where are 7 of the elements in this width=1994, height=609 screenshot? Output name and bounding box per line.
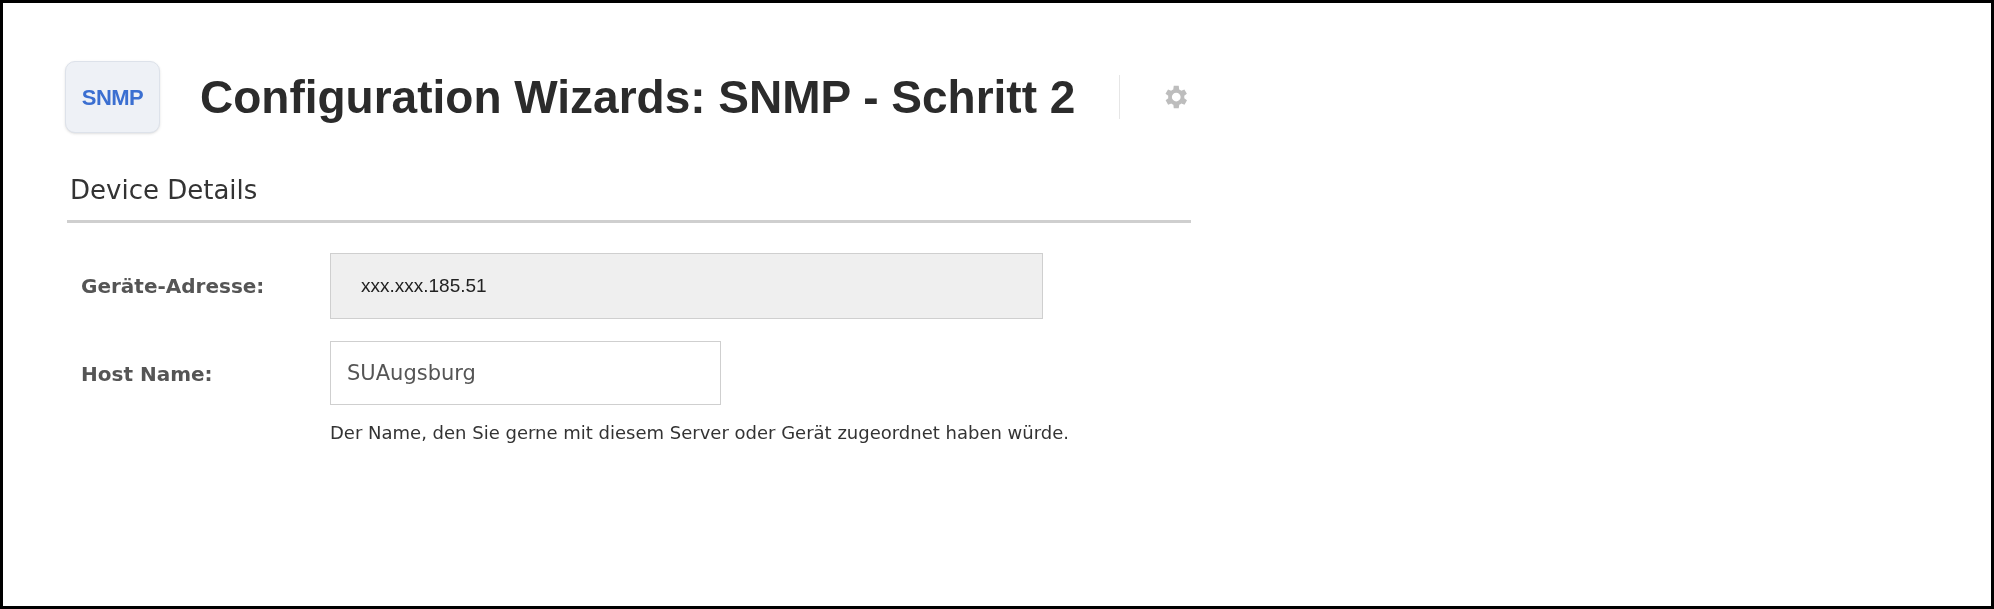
text-field[interactable]: SUAugsburg xyxy=(330,341,721,405)
field-label: Host Name: xyxy=(81,361,214,388)
page-title: Configuration Wizards: SNMP - Schritt 2 xyxy=(200,69,1076,125)
field-hint: Der Name, den Sie gerne mit diesem Server oder Gerät zugeordnet haben würde. xyxy=(330,421,1070,445)
section-title: Device Details xyxy=(69,174,259,207)
field-label: Geräte-Adresse: xyxy=(81,273,266,300)
snmp-logo: SNMP xyxy=(65,61,160,133)
